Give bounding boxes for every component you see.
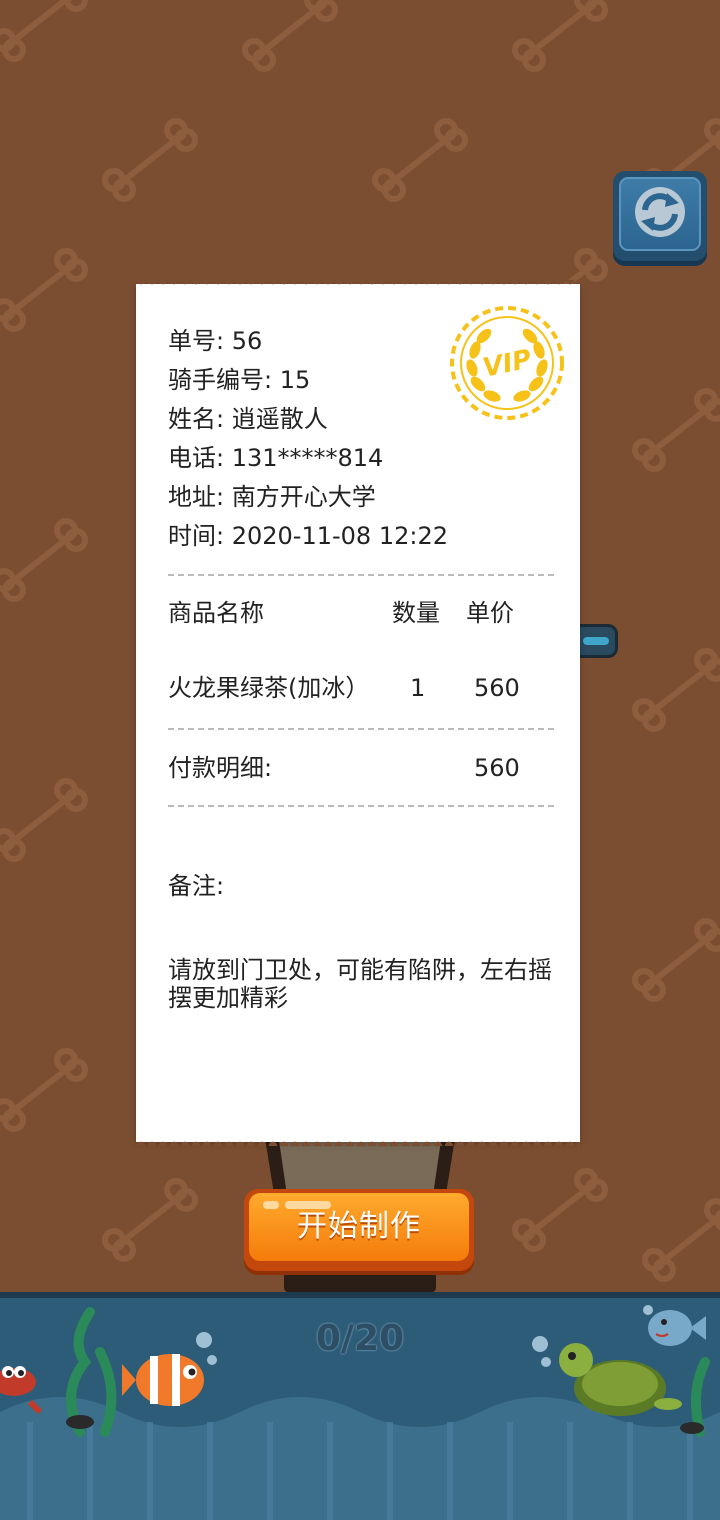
note-text: 请放到门卫处，可能有陷阱，左右摇摆更加精彩 bbox=[168, 956, 552, 1012]
divider bbox=[168, 574, 554, 576]
payment-total: 560 bbox=[474, 754, 520, 782]
item-name: 火龙果绿茶(加冰） bbox=[168, 674, 370, 702]
header-price: 单价 bbox=[466, 599, 514, 627]
item-price: 560 bbox=[474, 674, 520, 702]
note-label: 备注: bbox=[168, 872, 225, 900]
progress-counter: 0/20 bbox=[315, 1318, 405, 1359]
payment-label: 付款明细: bbox=[168, 754, 273, 782]
customer-phone: 电话: 131*****814 bbox=[168, 444, 384, 472]
receipt-bottom-edge bbox=[136, 1138, 580, 1146]
vip-badge-icon: VIP bbox=[450, 306, 564, 420]
divider bbox=[168, 728, 554, 730]
customer-address: 地址: 南方开心大学 bbox=[168, 483, 376, 511]
side-drawer-tab[interactable] bbox=[574, 624, 618, 658]
refresh-icon bbox=[635, 187, 685, 237]
order-number: 单号: 56 bbox=[168, 327, 263, 355]
order-time: 时间: 2020-11-08 12:22 bbox=[168, 522, 448, 550]
header-quantity: 数量 bbox=[392, 599, 440, 627]
vip-badge-text: VIP bbox=[480, 344, 534, 384]
item-quantity: 1 bbox=[410, 674, 426, 702]
order-receipt: VIP 单号: 56 骑手编号: 15 姓名: 逍遥散人 电话: 131****… bbox=[136, 280, 580, 1146]
refresh-button[interactable] bbox=[613, 171, 707, 261]
start-making-label: 开始制作 bbox=[297, 1209, 421, 1244]
divider bbox=[168, 805, 554, 807]
header-item-name: 商品名称 bbox=[168, 599, 264, 627]
receipt-top-edge bbox=[136, 280, 580, 288]
start-making-button[interactable]: 开始制作 bbox=[244, 1189, 474, 1271]
rider-number: 骑手编号: 15 bbox=[168, 366, 311, 394]
customer-name: 姓名: 逍遥散人 bbox=[168, 405, 328, 433]
